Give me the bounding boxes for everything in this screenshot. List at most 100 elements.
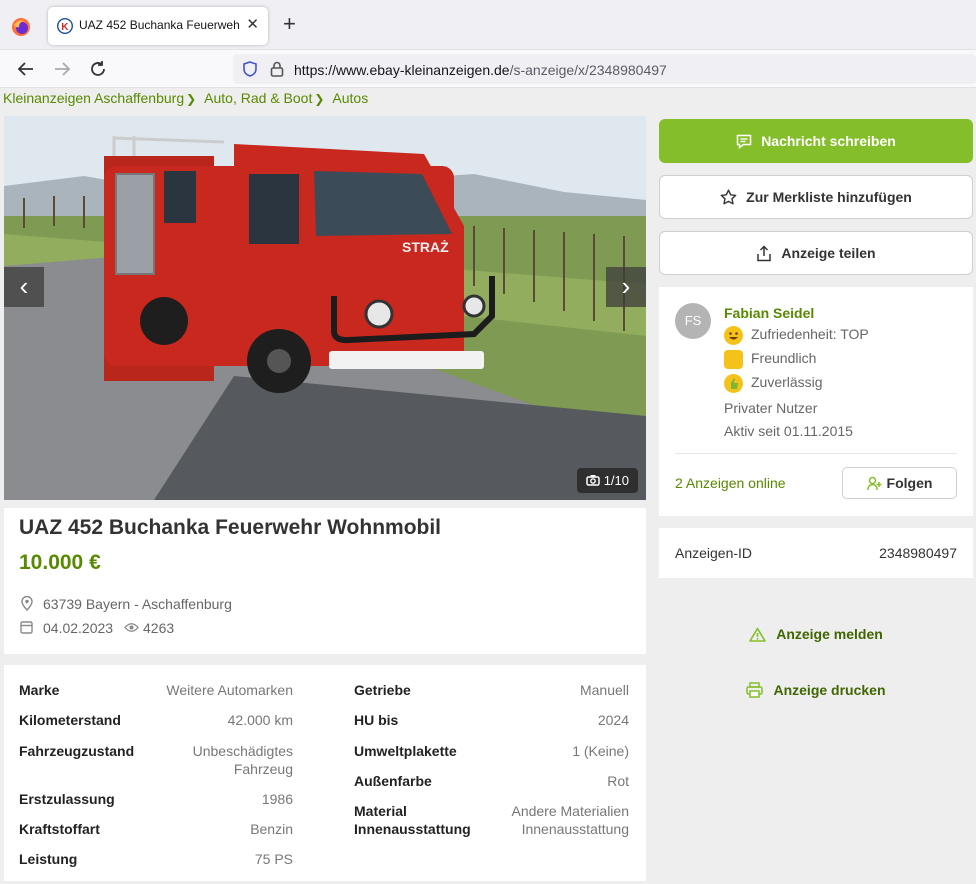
seller-badge-reliable: Zuverlässig	[724, 374, 823, 393]
add-user-icon	[866, 476, 882, 490]
badge-label: Zuverlässig	[751, 374, 823, 391]
url-text[interactable]: https://www.ebay-kleinanzeigen.de/s-anze…	[294, 62, 667, 78]
listing-date: 04.02.2023	[43, 620, 114, 636]
detail-key: Kraftstoffart	[19, 821, 100, 837]
warning-icon	[749, 627, 767, 642]
gallery-next-button[interactable]: ›	[606, 267, 646, 307]
smiley-icon	[724, 326, 743, 345]
details-table: Marke Weitere Automarken Kilometerstand …	[4, 665, 646, 881]
ad-id-card: Anzeigen-ID 2348980497	[659, 528, 973, 578]
detail-key: Getriebe	[354, 682, 411, 698]
camera-icon	[585, 475, 600, 486]
detail-value: Manuell	[579, 682, 629, 698]
url-path: /s-anzeige/x/2348980497	[509, 62, 667, 78]
report-label: Anzeige melden	[776, 626, 883, 642]
print-label: Anzeige drucken	[773, 682, 886, 698]
listing-views: 4263	[143, 620, 175, 636]
kleinanzeigen-favicon-icon: K	[57, 18, 73, 34]
url-bar[interactable]: https://www.ebay-kleinanzeigen.de/s-anze…	[233, 54, 976, 84]
print-listing-link[interactable]: Anzeige drucken	[659, 682, 973, 698]
detail-value: Benzin	[250, 821, 293, 837]
ads-online-link[interactable]: 2 Anzeigen online	[675, 475, 786, 491]
detail-key: Leistung	[19, 851, 78, 867]
badge-label: Freundlich	[751, 350, 817, 367]
seller-card: FS Fabian Seidel Zufriedenheit: TOP Freu…	[659, 287, 973, 516]
detail-value: Andere Materialien Innenausstattung	[511, 803, 629, 837]
fire-truck: STRAŻ	[104, 136, 495, 393]
tab-close-icon[interactable]: ✕	[246, 16, 259, 34]
new-tab-button[interactable]: +	[283, 12, 296, 36]
detail-value: Rot	[607, 773, 629, 789]
divider	[675, 453, 957, 454]
reload-icon[interactable]	[87, 58, 109, 80]
gallery-prev-button[interactable]: ‹	[4, 267, 44, 307]
breadcrumb-item[interactable]: Autos	[332, 90, 368, 106]
detail-value: Weitere Automarken	[166, 682, 293, 698]
ad-id-value: 2348980497	[879, 545, 957, 561]
location-pin-icon	[21, 596, 33, 611]
chat-icon	[736, 134, 752, 149]
browser-nav-bar: https://www.ebay-kleinanzeigen.de/s-anze…	[0, 50, 976, 88]
chevron-right-icon: ❯	[186, 92, 197, 106]
firefox-icon[interactable]	[11, 17, 31, 37]
watchlist-label: Zur Merkliste hinzufügen	[746, 189, 912, 205]
tab-title: UAZ 452 Buchanka Feuerwehr Wohnmobil	[79, 18, 239, 32]
svg-text:K: K	[61, 22, 69, 33]
url-host: https://www.ebay-kleinanzeigen.de	[294, 62, 510, 78]
avatar[interactable]: FS	[675, 303, 711, 339]
follow-label: Folgen	[886, 475, 933, 491]
browser-tab[interactable]: K UAZ 452 Buchanka Feuerwehr Wohnmobil ✕	[48, 7, 268, 45]
share-listing-button[interactable]: Anzeige teilen	[659, 231, 973, 275]
chevron-right-icon: ❯	[314, 92, 325, 106]
detail-key: Erstzulassung	[19, 791, 115, 807]
detail-key: Material Innenausstattung	[354, 803, 471, 837]
svg-text:STRAŻ: STRAŻ	[402, 239, 449, 255]
breadcrumb: Kleinanzeigen Aschaffenburg ❯ Auto, Rad & …	[3, 90, 370, 106]
seller-badge-satisfaction: Zufriedenheit: TOP	[724, 326, 869, 345]
page-content: Kleinanzeigen Aschaffenburg ❯ Auto, Rad & …	[0, 88, 976, 884]
listing-price: 10.000 €	[19, 551, 101, 574]
detail-value: 2024	[597, 712, 629, 728]
listing-title: UAZ 452 Buchanka Feuerwehr Wohnmobil	[19, 516, 442, 539]
thumbs-up-icon	[724, 374, 743, 393]
report-listing-link[interactable]: Anzeige melden	[659, 626, 973, 642]
image-counter-text: 1/10	[603, 473, 629, 488]
follow-button[interactable]: Folgen	[842, 467, 957, 499]
speech-bubbles-icon	[724, 350, 743, 369]
detail-key: HU bis	[354, 712, 399, 728]
detail-value: 1 (Keine)	[572, 743, 629, 759]
browser-tab-bar: K UAZ 452 Buchanka Feuerwehr Wohnmobil ✕…	[0, 0, 976, 50]
detail-key: Kilometerstand	[19, 712, 121, 728]
detail-key: Marke	[19, 682, 60, 698]
seller-type: Privater Nutzer	[724, 400, 818, 416]
detail-value: 42.000 km	[227, 712, 293, 728]
breadcrumb-item[interactable]: Kleinanzeigen Aschaffenburg	[3, 90, 184, 106]
detail-value: 75 PS	[254, 851, 293, 867]
share-icon	[757, 244, 772, 261]
seller-name[interactable]: Fabian Seidel	[724, 305, 814, 321]
listing-location: 63739 Bayern - Aschaffenburg	[43, 596, 232, 612]
write-message-button[interactable]: Nachricht schreiben	[659, 119, 973, 163]
image-gallery[interactable]: STRAŻ ‹ › 1/10	[4, 116, 646, 500]
badge-label: Zufriedenheit: TOP	[751, 326, 869, 343]
detail-value: Unbeschädigtes Fahrzeug	[192, 743, 293, 777]
add-to-watchlist-button[interactable]: Zur Merkliste hinzufügen	[659, 175, 973, 219]
forward-arrow-icon[interactable]	[51, 58, 73, 80]
share-label: Anzeige teilen	[781, 245, 876, 261]
eye-icon	[124, 623, 139, 632]
image-counter: 1/10	[576, 468, 638, 493]
lock-icon[interactable]	[269, 60, 285, 78]
printer-icon	[746, 682, 764, 698]
seller-active-since: Aktiv seit 01.11.2015	[724, 423, 853, 439]
detail-key: Umweltplakette	[354, 743, 457, 759]
write-message-label: Nachricht schreiben	[761, 133, 896, 149]
detail-value: 1986	[261, 791, 293, 807]
tracking-shield-icon[interactable]	[241, 60, 259, 78]
seller-badge-friendly: Freundlich	[724, 350, 816, 369]
detail-key: Außenfarbe	[354, 773, 432, 789]
detail-key: Fahrzeugzustand	[19, 743, 135, 759]
calendar-icon	[20, 621, 33, 634]
ad-id-label: Anzeigen-ID	[675, 545, 753, 561]
back-arrow-icon[interactable]	[15, 58, 37, 80]
breadcrumb-item[interactable]: Auto, Rad & Boot	[204, 90, 312, 106]
